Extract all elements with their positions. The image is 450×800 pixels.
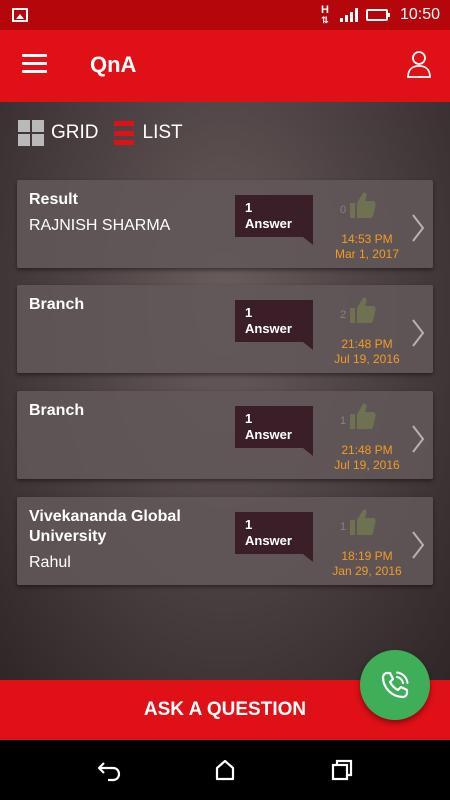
answer-count: 1	[245, 411, 253, 426]
question-date: Jul 19, 2016	[334, 352, 400, 366]
grid-toggle-label[interactable]: GRID	[51, 122, 99, 144]
answer-label: Answer	[245, 216, 292, 231]
question-list-area: GRID LIST Result RAJNISH SHARMA 1 Answer…	[0, 102, 450, 680]
question-author: Rahul	[29, 554, 71, 571]
question-time: 21:48 PM	[341, 443, 393, 457]
list-toggle-label[interactable]: LIST	[143, 122, 183, 144]
thumbs-up-icon[interactable]	[347, 507, 377, 537]
question-card[interactable]: Result RAJNISH SHARMA 1 Answer 0 14:53 P…	[17, 180, 433, 268]
like-count: 1	[340, 521, 347, 533]
person-icon[interactable]	[406, 50, 432, 78]
question-title: Branch	[29, 402, 85, 419]
question-time: 21:48 PM	[341, 337, 393, 351]
answer-count-badge[interactable]: 1 Answer	[235, 300, 313, 350]
chevron-right-icon[interactable]	[411, 319, 425, 347]
image-notification-icon	[12, 8, 28, 22]
list-icon[interactable]	[113, 121, 134, 145]
menu-icon[interactable]	[22, 54, 47, 74]
phone-icon	[381, 671, 409, 699]
signal-icon	[339, 8, 358, 22]
answer-count-badge[interactable]: 1 Answer	[235, 195, 313, 245]
chevron-right-icon[interactable]	[411, 425, 425, 453]
question-author: RAJNISH SHARMA	[29, 217, 171, 234]
question-title: Branch	[29, 296, 85, 313]
back-icon[interactable]	[96, 760, 122, 782]
system-nav-bar	[0, 740, 450, 800]
answer-label: Answer	[245, 427, 292, 442]
status-time: 10:50	[399, 6, 440, 23]
like-count: 1	[340, 415, 347, 427]
battery-icon	[365, 9, 390, 21]
page-title: QnA	[90, 52, 137, 77]
answer-count: 1	[245, 200, 253, 215]
like-count: 0	[340, 204, 347, 216]
app-bar: QnA	[0, 30, 450, 102]
status-bar: H ⇅ 10:50	[0, 0, 450, 30]
question-date: Jan 29, 2016	[332, 564, 402, 578]
home-icon[interactable]	[214, 759, 236, 781]
question-time: 14:53 PM	[341, 232, 393, 246]
answer-label: Answer	[245, 533, 292, 548]
question-card[interactable]: Branch 1 Answer 1 21:48 PM Jul 19, 2016	[17, 391, 433, 479]
grid-icon[interactable]	[18, 120, 44, 146]
thumbs-up-icon[interactable]	[347, 190, 377, 220]
chevron-right-icon[interactable]	[411, 214, 425, 242]
like-count: 2	[340, 309, 347, 321]
call-button[interactable]	[360, 650, 430, 720]
question-title: Vivekananda Global University	[29, 508, 181, 545]
question-card[interactable]: Branch 1 Answer 2 21:48 PM Jul 19, 2016	[17, 285, 433, 373]
answer-count-badge[interactable]: 1 Answer	[235, 406, 313, 456]
question-time: 18:19 PM	[341, 549, 393, 563]
answer-count: 1	[245, 305, 253, 320]
network-type-icon: H ⇅	[320, 4, 329, 26]
recent-apps-icon[interactable]	[331, 759, 353, 781]
answer-count-badge[interactable]: 1 Answer	[235, 512, 313, 562]
question-date: Mar 1, 2017	[334, 247, 400, 261]
question-card[interactable]: Vivekananda Global University Rahul 1 An…	[17, 497, 433, 585]
answer-count: 1	[245, 517, 253, 532]
question-title: Result	[29, 191, 78, 208]
chevron-right-icon[interactable]	[411, 531, 425, 559]
question-date: Jul 19, 2016	[334, 458, 400, 472]
view-toggle: GRID LIST	[18, 120, 183, 146]
thumbs-up-icon[interactable]	[347, 401, 377, 431]
answer-label: Answer	[245, 321, 292, 336]
thumbs-up-icon[interactable]	[347, 295, 377, 325]
